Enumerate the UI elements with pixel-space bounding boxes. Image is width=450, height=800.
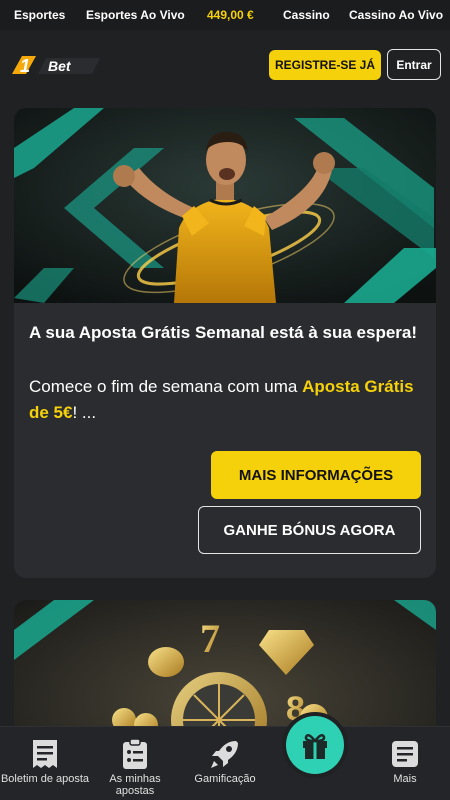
get-bonus-button[interactable]: GANHE BÓNUS AGORA [198, 506, 421, 554]
promo-description: Comece o fim de semana com uma Aposta Gr… [29, 374, 424, 426]
bottom-nav: Boletim de aposta As minhas apostas Gami… [0, 726, 450, 800]
promo-desc-before: Comece o fim de semana com uma [29, 377, 303, 396]
top-nav: Esportes Esportes Ao Vivo 449,00 € Cassi… [0, 0, 450, 30]
receipt-icon [33, 740, 57, 768]
promo-banner-image [14, 108, 436, 303]
nav-betslip-label: Boletim de aposta [0, 773, 90, 785]
more-info-button[interactable]: MAIS INFORMAÇÕES [211, 451, 421, 499]
nav-gamification-label: Gamificação [194, 773, 256, 785]
clipboard-icon [123, 738, 147, 769]
nav-gamification[interactable]: Gamificação [180, 727, 270, 800]
gift-button[interactable] [282, 712, 348, 778]
gift-button-inner [286, 716, 344, 774]
nav-live-casino[interactable]: Cassino Ao Vivo [349, 8, 443, 22]
nav-more[interactable]: Mais [360, 727, 450, 800]
svg-text:7: 7 [200, 616, 220, 661]
rocket-icon [211, 741, 238, 768]
promo-card: A sua Aposta Grátis Semanal está à sua e… [14, 108, 436, 578]
promo-title: A sua Aposta Grátis Semanal está à sua e… [29, 323, 418, 342]
balance[interactable]: 449,00 € [207, 8, 254, 22]
svg-text:Bet: Bet [48, 58, 72, 74]
logo[interactable]: 1 Bet [8, 52, 104, 78]
nav-casino[interactable]: Cassino [283, 8, 330, 22]
nav-my-bets[interactable]: As minhas apostas [90, 727, 180, 800]
svg-text:1: 1 [20, 56, 30, 76]
gift-icon [303, 733, 327, 759]
nav-betslip[interactable]: Boletim de aposta [0, 727, 90, 800]
promo-desc-after: ! ... [72, 403, 97, 422]
menu-list-icon [392, 741, 418, 767]
nav-sports[interactable]: Esportes [14, 8, 65, 22]
nav-my-bets-label: As minhas apostas [109, 773, 161, 797]
register-button[interactable]: REGISTRE-SE JÁ [269, 50, 381, 80]
login-button[interactable]: Entrar [387, 49, 441, 80]
nav-live-sports[interactable]: Esportes Ao Vivo [86, 8, 185, 22]
nav-more-label: Mais [393, 773, 417, 785]
